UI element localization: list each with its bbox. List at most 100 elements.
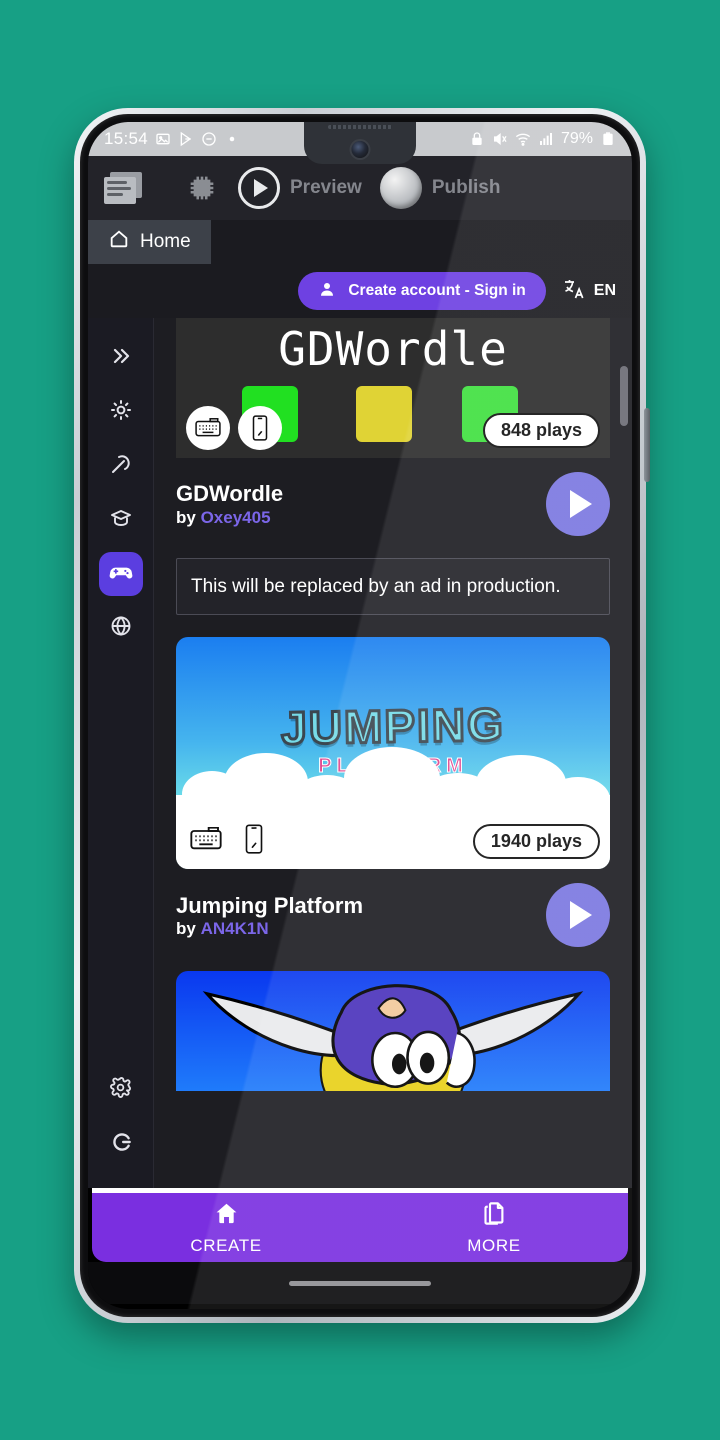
- gdevelop-g-icon: [108, 1129, 134, 1160]
- thumbnail-title: GDWordle: [278, 322, 508, 376]
- gamepad-icon: [108, 559, 134, 590]
- platform-icons: [186, 817, 274, 861]
- home-icon: [213, 1200, 240, 1232]
- game-author: by AN4K1N: [176, 919, 363, 939]
- play-button[interactable]: [546, 472, 610, 536]
- sidebar-item-community[interactable]: [99, 606, 143, 650]
- sidebar-item-play[interactable]: [98, 552, 143, 596]
- gesture-area: [88, 1262, 632, 1304]
- preview-button[interactable]: Preview: [238, 167, 362, 209]
- game-title: Jumping Platform: [176, 892, 364, 918]
- game-card[interactable]: GDWordle 848 plays GDWordle by Oxey405: [176, 318, 610, 542]
- plays-badge: 1940 plays: [472, 824, 600, 860]
- home-icon: [108, 228, 130, 256]
- language-label: EN: [593, 282, 616, 299]
- game-author: by Oxey405: [176, 508, 283, 528]
- publish-icon: [379, 167, 422, 209]
- translate-icon: [562, 277, 586, 306]
- game-thumbnail[interactable]: JUMPING PLATFORM: [176, 637, 610, 870]
- play-icon: [570, 901, 592, 930]
- game-thumbnail[interactable]: GDWordle 848 plays: [176, 318, 610, 458]
- copy-documents-icon: [481, 1200, 508, 1232]
- do-not-disturb-icon: [201, 131, 217, 147]
- notch: [304, 122, 416, 164]
- lock-icon: [469, 131, 485, 147]
- gear-icon: [109, 1076, 132, 1104]
- sidebar-item-expand[interactable]: [99, 336, 143, 380]
- mobile-icon: [234, 817, 274, 861]
- scrollbar-thumb[interactable]: [620, 366, 628, 426]
- nav-label-create: CREATE: [190, 1235, 262, 1255]
- game-meta: GDWordle by Oxey405: [176, 458, 610, 542]
- phone-body: 15:54 79% Preview Publish Home Create ac…: [80, 114, 640, 1317]
- battery-percent: 79%: [560, 130, 593, 147]
- game-card[interactable]: [176, 971, 610, 1092]
- games-list[interactable]: GDWordle 848 plays GDWordle by Oxey405 T…: [154, 318, 632, 1188]
- game-meta: Jumping Platform by AN4K1N: [176, 869, 610, 953]
- keyboard-icon: [186, 406, 230, 450]
- power-button[interactable]: [644, 408, 650, 482]
- content-scrollbar[interactable]: [620, 318, 628, 1188]
- sidebar-item-preferences[interactable]: [99, 1068, 143, 1112]
- graduation-cap-icon: [109, 506, 133, 535]
- language-selector[interactable]: EN: [562, 277, 616, 306]
- status-bar-right: 79%: [469, 130, 616, 148]
- sidebar-item-get-started[interactable]: [99, 390, 143, 434]
- wordle-tile-yellow: [356, 386, 412, 442]
- plays-badge: 848 plays: [482, 413, 600, 448]
- person-icon: [318, 280, 336, 303]
- game-thumbnail[interactable]: [176, 971, 610, 1092]
- sun-icon: [109, 398, 133, 427]
- status-bar-left: 15:54: [104, 129, 240, 149]
- platform-icons: [186, 406, 282, 450]
- create-account-signin-button[interactable]: Create account - Sign in: [298, 272, 546, 310]
- chip-icon[interactable]: [184, 171, 220, 205]
- play-icon: [238, 167, 280, 209]
- globe-icon: [109, 614, 133, 643]
- bottom-navigation: CREATE MORE: [92, 1188, 628, 1262]
- gesture-home-bar[interactable]: [289, 1280, 431, 1286]
- account-row: Create account - Sign in EN: [88, 264, 632, 318]
- game-card[interactable]: JUMPING PLATFORM: [176, 637, 610, 953]
- tab-home[interactable]: Home: [88, 220, 211, 264]
- game-info: GDWordle by Oxey405: [176, 480, 283, 528]
- sonic-character-art: [202, 984, 584, 1092]
- nav-item-more[interactable]: MORE: [360, 1200, 628, 1256]
- editor-toolbar: Preview Publish: [88, 156, 632, 220]
- author-name[interactable]: Oxey405: [201, 508, 271, 527]
- mobile-icon: [238, 406, 282, 450]
- nav-item-create[interactable]: CREATE: [92, 1200, 360, 1256]
- author-prefix: by: [176, 919, 196, 939]
- sidebar-item-learn[interactable]: [99, 498, 143, 542]
- phone-screen: 15:54 79% Preview Publish Home Create ac…: [88, 122, 632, 1309]
- sidebar-item-gdevelop-logo[interactable]: [99, 1122, 143, 1166]
- ad-placeholder: This will be replaced by an ad in produc…: [176, 558, 610, 616]
- signin-label: Create account - Sign in: [348, 282, 526, 299]
- nav-label-more: MORE: [467, 1235, 521, 1255]
- game-info: Jumping Platform by AN4K1N: [176, 892, 363, 940]
- keyboard-icon: [186, 817, 226, 861]
- play-button[interactable]: [546, 883, 610, 948]
- image-icon: [155, 131, 171, 147]
- author-name[interactable]: AN4K1N: [201, 919, 269, 938]
- mute-icon: [492, 131, 508, 147]
- sidebar: [88, 318, 154, 1188]
- publish-button[interactable]: Publish: [379, 167, 501, 209]
- chevrons-right-icon: [109, 344, 133, 373]
- projects-icon[interactable]: [102, 170, 144, 206]
- earpiece-speaker: [328, 125, 392, 129]
- status-clock: 15:54: [104, 129, 149, 148]
- sidebar-item-build[interactable]: [99, 444, 143, 488]
- game-title: GDWordle: [176, 481, 284, 507]
- signal-icon: [538, 131, 554, 147]
- phone-frame: 15:54 79% Preview Publish Home Create ac…: [74, 108, 650, 1323]
- tab-bar: Home: [88, 220, 632, 264]
- app-body: GDWordle 848 plays GDWordle by Oxey405 T…: [88, 318, 632, 1188]
- pickaxe-icon: [109, 452, 133, 481]
- dot-icon: [224, 131, 240, 147]
- play-icon: [570, 490, 592, 518]
- publish-label: Publish: [431, 177, 501, 198]
- play-store-icon: [178, 131, 194, 147]
- battery-icon: [600, 131, 616, 147]
- author-prefix: by: [176, 507, 196, 527]
